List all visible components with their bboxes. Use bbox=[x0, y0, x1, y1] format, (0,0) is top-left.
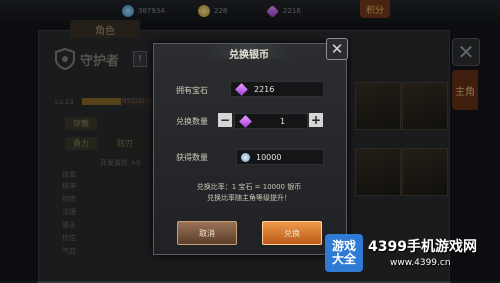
minus-button[interactable]: − bbox=[218, 113, 232, 127]
gem-icon bbox=[235, 82, 248, 96]
close-icon[interactable]: ✕ bbox=[326, 38, 348, 60]
gem-icon bbox=[239, 114, 252, 128]
obtain-label: 获得数量 bbox=[176, 153, 208, 162]
rate-note: 兑换比率：1 宝石 = 10000 银币 bbox=[196, 183, 302, 191]
logo-line-2: 大全 bbox=[331, 252, 356, 266]
dialog-title: 兑换银币 bbox=[229, 50, 269, 61]
cancel-button[interactable]: 取消 bbox=[177, 221, 237, 245]
rate-note-2: 兑换比率随主角等级提升！ bbox=[207, 194, 291, 202]
plus-button[interactable]: + bbox=[309, 113, 323, 127]
silver-coin-icon bbox=[241, 152, 250, 162]
owned-label: 拥有宝石 bbox=[176, 86, 208, 95]
owned-value: 2216 bbox=[254, 84, 275, 94]
exchange-value: 1 bbox=[280, 116, 286, 126]
obtain-value: 10000 bbox=[256, 152, 282, 162]
confirm-exchange-button[interactable]: 兑换 bbox=[262, 221, 322, 245]
watermark-brand: 4399手机游戏网 bbox=[368, 239, 477, 255]
site-logo: 游戏 大全 bbox=[325, 234, 363, 272]
obtain-field: 10000 bbox=[236, 149, 324, 165]
watermark-url: www.4399.cn bbox=[390, 258, 451, 268]
exchange-quantity-input[interactable]: 1 bbox=[234, 113, 308, 129]
exchange-label: 兑换数量 bbox=[176, 117, 208, 126]
owned-field: 2216 bbox=[230, 81, 324, 97]
